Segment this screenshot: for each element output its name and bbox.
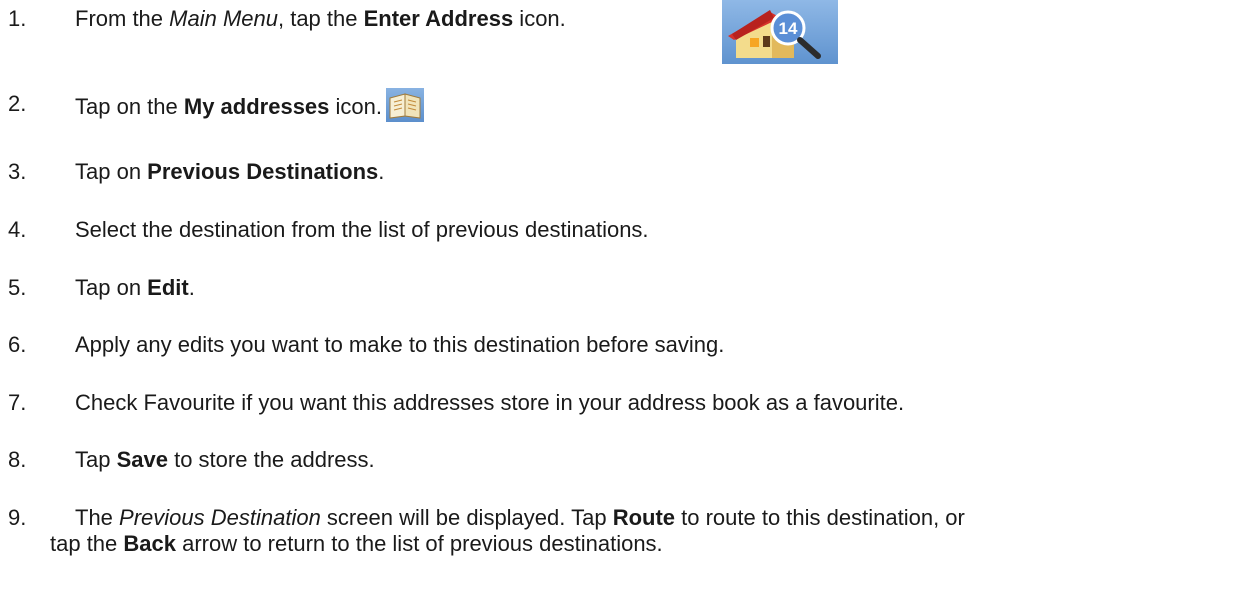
step-number: 3. (8, 159, 27, 184)
step-text: The Previous Destination screen will be … (50, 505, 1241, 557)
step-text: Check Favourite if you want this address… (75, 390, 905, 415)
step-number: 5. (8, 275, 27, 300)
step-number: 1. (8, 6, 27, 31)
my-addresses-ref: My addresses (183, 93, 330, 119)
route-ref: Route (612, 505, 676, 530)
step-number: 6. (8, 332, 27, 357)
back-ref: Back (123, 531, 176, 556)
previous-destination-ref: Previous Destination (119, 505, 321, 530)
svg-text:14: 14 (779, 19, 798, 38)
step-text-continuation: tap the Back arrow to return to the list… (50, 531, 663, 556)
step-number: 9. (8, 505, 27, 530)
step-number: 7. (8, 390, 27, 415)
my-addresses-icon (386, 88, 424, 122)
main-menu-ref: Main Menu (169, 6, 278, 31)
step-text: Apply any edits you want to make to this… (75, 332, 725, 357)
step-text: From the Main Menu, tap the Enter Addres… (75, 6, 566, 31)
step-number: 8. (8, 447, 27, 472)
enter-address-icon: 14 (722, 0, 838, 64)
enter-address-ref: Enter Address (363, 6, 514, 31)
step-text: Tap on Previous Destinations. (75, 159, 385, 184)
step-text: Tap on the My addresses icon. (75, 88, 1241, 125)
step-text: Tap Save to store the address. (75, 447, 375, 472)
step-number: 4. (8, 217, 27, 242)
step-text: Tap on Edit. (75, 275, 195, 300)
edit-ref: Edit (147, 275, 189, 300)
previous-destinations-ref: Previous Destinations (147, 159, 379, 184)
step-number: 2. (8, 91, 27, 116)
save-ref: Save (116, 447, 168, 472)
step-text: Select the destination from the list of … (75, 217, 649, 242)
